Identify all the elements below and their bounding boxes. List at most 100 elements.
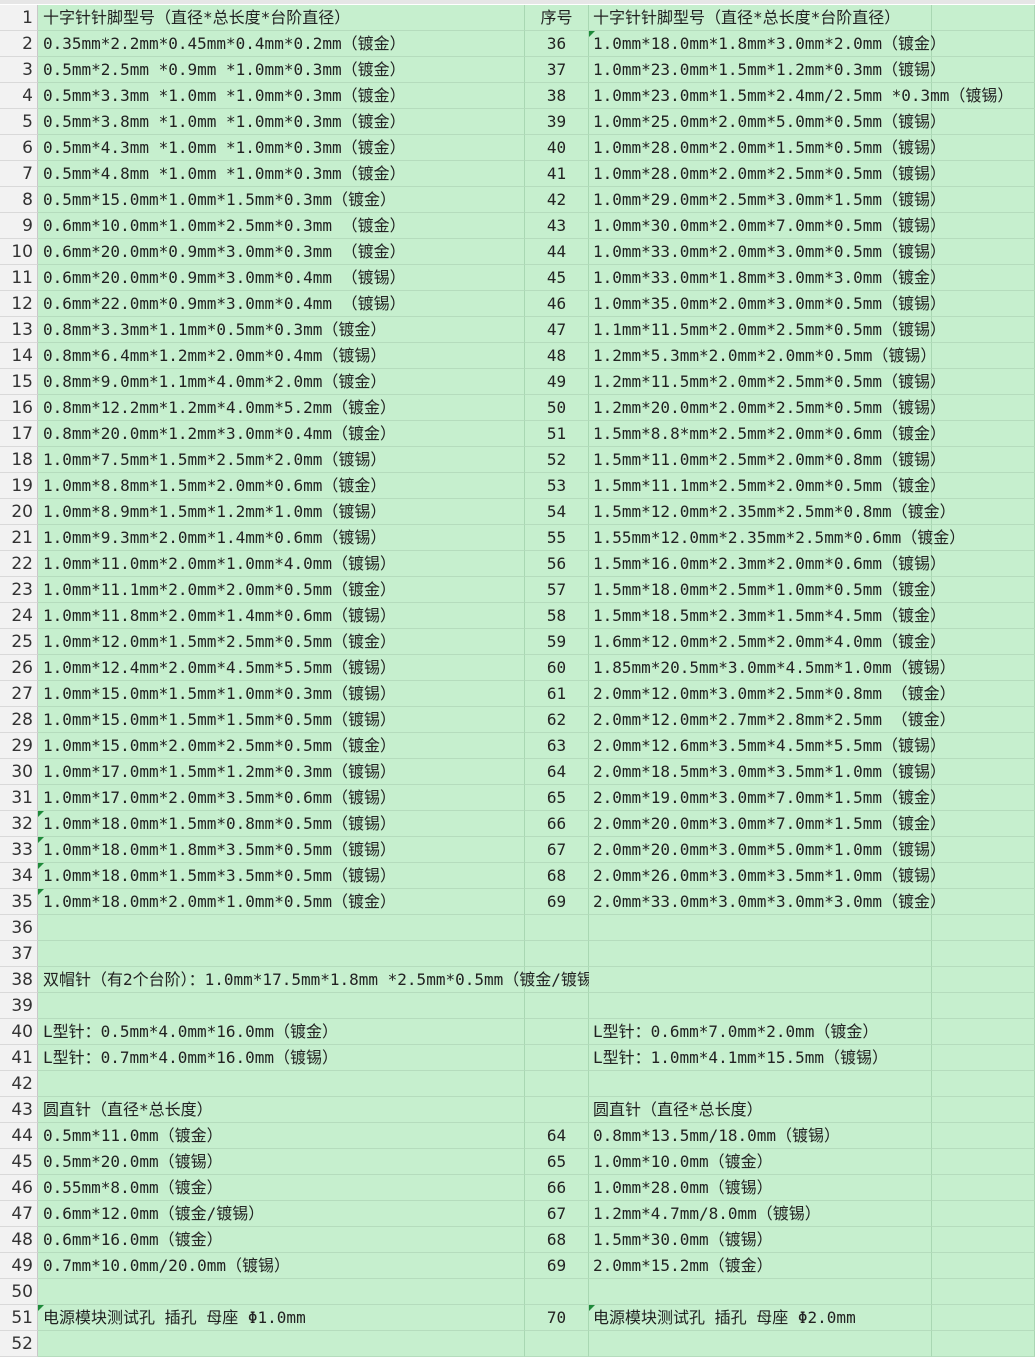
cell-col-a[interactable]: 0.7mm*10.0mm/20.0mm（镀锡）	[38, 1253, 525, 1279]
cell-col-d[interactable]	[932, 1123, 1035, 1149]
cell-col-c[interactable]: 1.0mm*10.0mm（镀金）	[589, 1149, 932, 1175]
cell-col-a[interactable]: 1.0mm*11.8mm*2.0mm*1.4mm*0.6mm（镀锡）	[38, 603, 525, 629]
cell-col-d[interactable]	[932, 31, 1035, 57]
cell-col-a[interactable]: 1.0mm*15.0mm*1.5mm*1.5mm*0.5mm（镀锡）	[38, 707, 525, 733]
cell-col-d[interactable]	[932, 317, 1035, 343]
cell-col-c[interactable]: 2.0mm*26.0mm*3.0mm*3.5mm*1.0mm（镀锡）	[589, 863, 946, 889]
row-number[interactable]: 17	[0, 421, 38, 447]
row-number[interactable]: 6	[0, 135, 38, 161]
cell-col-b[interactable]: 62	[525, 707, 589, 733]
cell-col-c[interactable]: 1.55mm*12.0mm*2.35mm*2.5mm*0.6mm（镀金）	[589, 525, 965, 551]
cell-col-b[interactable]: 43	[525, 213, 589, 239]
cell-col-b[interactable]	[525, 1019, 589, 1045]
cell-col-c[interactable]	[589, 941, 932, 967]
cell-col-b[interactable]: 65	[525, 1149, 589, 1175]
row-number[interactable]: 33	[0, 837, 38, 863]
cell-col-b[interactable]: 44	[525, 239, 589, 265]
cell-col-b[interactable]: 48	[525, 343, 589, 369]
cell-col-d[interactable]	[932, 863, 1035, 889]
row-number[interactable]: 44	[0, 1123, 38, 1149]
cell-col-c[interactable]: 2.0mm*20.0mm*3.0mm*7.0mm*1.5mm（镀金）	[589, 811, 946, 837]
cell-col-b[interactable]: 49	[525, 369, 589, 395]
cell-col-d[interactable]	[932, 1253, 1035, 1279]
cell-col-c[interactable]	[589, 993, 932, 1019]
cell-col-b[interactable]: 37	[525, 57, 589, 83]
cell-col-c[interactable]: 1.6mm*12.0mm*2.5mm*2.0mm*4.0mm（镀金）	[589, 629, 946, 655]
cell-col-b[interactable]: 61	[525, 681, 589, 707]
row-number[interactable]: 41	[0, 1045, 38, 1071]
cell-col-d[interactable]	[932, 473, 1035, 499]
cell-col-a[interactable]: 1.0mm*18.0mm*1.8mm*3.5mm*0.5mm（镀锡）	[38, 837, 525, 863]
cell-col-c[interactable]: 1.0mm*18.0mm*1.8mm*3.0mm*2.0mm（镀金）	[589, 31, 946, 57]
row-number[interactable]: 52	[0, 1331, 38, 1357]
row-number[interactable]: 45	[0, 1149, 38, 1175]
cell-col-d[interactable]	[932, 135, 1035, 161]
cell-col-c[interactable]: L型针：1.0mm*4.1mm*15.5mm（镀锡）	[589, 1045, 932, 1071]
cell-col-b[interactable]: 70	[525, 1305, 589, 1331]
cell-col-a[interactable]: 0.5mm*15.0mm*1.0mm*1.5mm*0.3mm（镀金）	[38, 187, 525, 213]
cell-col-d[interactable]	[932, 1175, 1035, 1201]
cell-col-b[interactable]: 64	[525, 759, 589, 785]
cell-col-a[interactable]: 0.5mm*4.8mm *1.0mm *1.0mm*0.3mm（镀金）	[38, 161, 525, 187]
cell-col-d[interactable]	[932, 551, 1035, 577]
cell-col-c[interactable]: 1.5mm*11.1mm*2.5mm*2.0mm*0.5mm（镀金）	[589, 473, 946, 499]
row-number[interactable]: 9	[0, 213, 38, 239]
cell-col-a[interactable]: 1.0mm*7.5mm*1.5mm*2.5mm*2.0mm（镀锡）	[38, 447, 525, 473]
cell-col-d[interactable]	[932, 967, 1035, 993]
cell-col-a[interactable]: 1.0mm*12.0mm*1.5mm*2.5mm*0.5mm（镀金）	[38, 629, 525, 655]
cell-col-c[interactable]: 1.0mm*29.0mm*2.5mm*3.0mm*1.5mm（镀锡）	[589, 187, 946, 213]
cell-col-c[interactable]: 1.0mm*23.0mm*1.5mm*2.4mm/2.5mm *0.3mm（镀锡…	[589, 83, 1013, 109]
cell-col-d[interactable]	[932, 291, 1035, 317]
cell-col-b[interactable]: 66	[525, 811, 589, 837]
cell-col-a[interactable]: 0.8mm*9.0mm*1.1mm*4.0mm*2.0mm（镀金）	[38, 369, 525, 395]
cell-col-b[interactable]: 36	[525, 31, 589, 57]
cell-col-b[interactable]: 57	[525, 577, 589, 603]
cell-col-a[interactable]: 0.5mm*3.8mm *1.0mm *1.0mm*0.3mm（镀金）	[38, 109, 525, 135]
cell-col-a[interactable]: 1.0mm*9.3mm*2.0mm*1.4mm*0.6mm（镀锡）	[38, 525, 525, 551]
cell-col-a[interactable]: 电源模块测试孔 插孔 母座 Φ1.0mm	[38, 1305, 525, 1331]
row-number[interactable]: 22	[0, 551, 38, 577]
cell-col-d[interactable]	[932, 1149, 1035, 1175]
cell-col-c[interactable]: 2.0mm*15.2mm（镀金）	[589, 1253, 932, 1279]
cell-col-c[interactable]: L型针：0.6mm*7.0mm*2.0mm（镀金）	[589, 1019, 932, 1045]
cell-col-d[interactable]	[932, 1305, 1035, 1331]
cell-col-a[interactable]: 1.0mm*15.0mm*2.0mm*2.5mm*0.5mm（镀金）	[38, 733, 525, 759]
cell-col-d[interactable]	[932, 57, 1035, 83]
cell-col-a[interactable]: 0.8mm*3.3mm*1.1mm*0.5mm*0.3mm（镀金）	[38, 317, 525, 343]
cell-col-a[interactable]: 0.35mm*2.2mm*0.45mm*0.4mm*0.2mm（镀金）	[38, 31, 525, 57]
row-number[interactable]: 25	[0, 629, 38, 655]
cell-col-b[interactable]: 64	[525, 1123, 589, 1149]
row-number[interactable]: 43	[0, 1097, 38, 1123]
cell-col-a[interactable]	[38, 915, 525, 941]
row-number[interactable]: 35	[0, 889, 38, 915]
cell-col-b[interactable]: 56	[525, 551, 589, 577]
cell-col-b[interactable]: 41	[525, 161, 589, 187]
cell-col-b[interactable]: 51	[525, 421, 589, 447]
cell-col-c[interactable]	[589, 1071, 932, 1097]
cell-col-d[interactable]	[932, 187, 1035, 213]
cell-col-a[interactable]: 0.5mm*11.0mm（镀金）	[38, 1123, 525, 1149]
cell-col-d[interactable]	[932, 889, 1035, 915]
cell-col-b[interactable]	[525, 915, 589, 941]
row-number[interactable]: 2	[0, 31, 38, 57]
cell-col-b[interactable]: 55	[525, 525, 589, 551]
row-number[interactable]: 42	[0, 1071, 38, 1097]
row-number[interactable]: 40	[0, 1019, 38, 1045]
cell-col-a[interactable]: 1.0mm*18.0mm*2.0mm*1.0mm*0.5mm（镀金）	[38, 889, 525, 915]
row-number[interactable]: 18	[0, 447, 38, 473]
cell-col-c[interactable]	[589, 967, 932, 993]
cell-col-a[interactable]: 1.0mm*18.0mm*1.5mm*3.5mm*0.5mm（镀锡）	[38, 863, 525, 889]
cell-col-d[interactable]	[932, 421, 1035, 447]
cell-col-c[interactable]: 1.0mm*28.0mm（镀锡）	[589, 1175, 932, 1201]
cell-col-d[interactable]	[932, 1097, 1035, 1123]
cell-col-c[interactable]: 2.0mm*12.0mm*3.0mm*2.5mm*0.8mm （镀金）	[589, 681, 956, 707]
cell-col-b[interactable]: 59	[525, 629, 589, 655]
cell-col-b[interactable]	[525, 1071, 589, 1097]
row-number[interactable]: 28	[0, 707, 38, 733]
cell-col-c[interactable]: 1.0mm*33.0mm*2.0mm*3.0mm*0.5mm（镀锡）	[589, 239, 946, 265]
cell-col-a[interactable]: 0.5mm*3.3mm *1.0mm *1.0mm*0.3mm（镀金）	[38, 83, 525, 109]
cell-col-b[interactable]: 52	[525, 447, 589, 473]
cell-col-a[interactable]: 0.8mm*6.4mm*1.2mm*2.0mm*0.4mm（镀锡）	[38, 343, 525, 369]
cell-col-a[interactable]: 0.6mm*12.0mm（镀金/镀锡）	[38, 1201, 525, 1227]
cell-col-b[interactable]	[525, 1331, 589, 1357]
